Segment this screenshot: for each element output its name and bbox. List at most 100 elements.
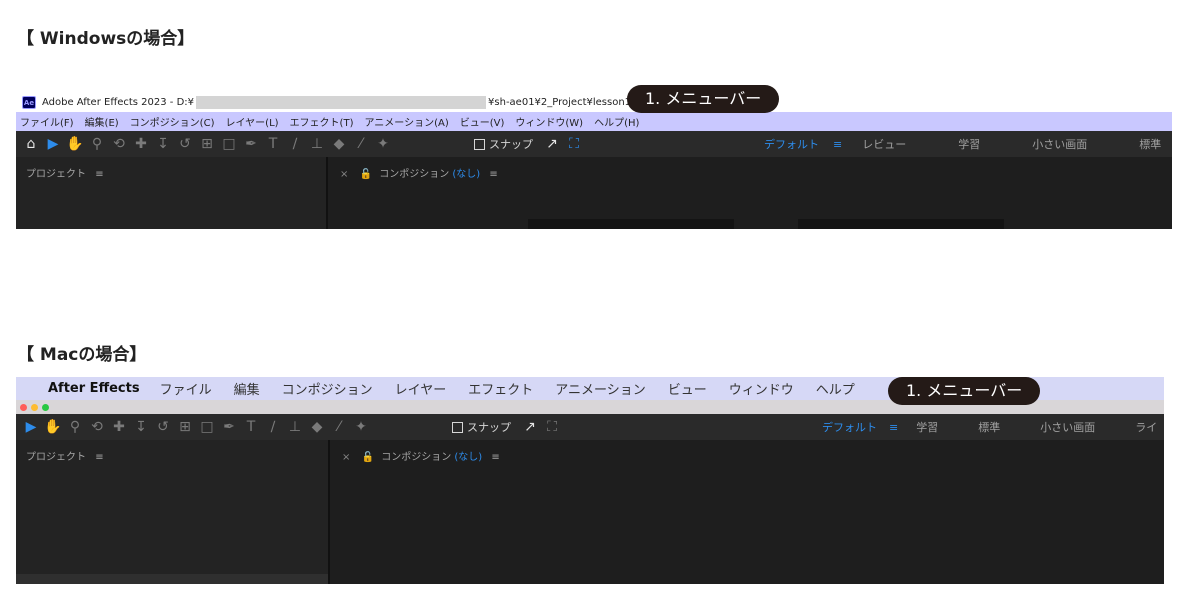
workspace-small-screen[interactable]: 小さい画面 — [1032, 136, 1087, 152]
close-window-icon[interactable] — [20, 403, 27, 411]
workspace-standard[interactable]: 標準 — [978, 419, 1000, 435]
ae-logo-icon: Ae — [22, 96, 36, 109]
workspace-library[interactable]: ライ — [1135, 419, 1157, 435]
workspace-menu-icon[interactable]: ≡ — [833, 138, 842, 151]
menu-effect[interactable]: エフェクト — [468, 379, 533, 398]
camera-icon[interactable]: ⊞ — [174, 419, 196, 435]
menu-view[interactable]: ビュー(V) — [460, 114, 505, 129]
workspace-small-screen[interactable]: 小さい画面 — [1040, 419, 1095, 435]
windows-workspaces: デフォルト ≡ レビュー 学習 小さい画面 標準 — [764, 136, 1172, 152]
dolly-icon[interactable]: ↧ — [152, 136, 174, 152]
pen-tool-icon[interactable]: ✒ — [218, 419, 240, 435]
snap-icon[interactable]: ↗ — [519, 419, 541, 435]
hand-tool-icon[interactable]: ✋ — [64, 136, 86, 152]
menu-animation[interactable]: アニメーション(A) — [364, 114, 448, 129]
menu-layer[interactable]: レイヤー(L) — [225, 114, 278, 129]
menu-composition[interactable]: コンポジション — [282, 379, 373, 398]
windows-toolbar: ⌂ ▶ ✋ ⚲ ⟲ ✚ ↧ ↺ ⊞ □ ✒ T ∕ ⊥ ◆ ⁄ ✦ スナップ ↗… — [16, 131, 1172, 157]
windows-screenshot: Ae Adobe After Effects 2023 - D:¥ ¥sh-ae… — [16, 93, 1172, 229]
composition-panel[interactable]: × 🔓 コンポジション (なし) ≡ — [328, 157, 1172, 229]
selection-tool-icon[interactable]: ▶ — [20, 419, 42, 435]
menu-edit[interactable]: 編集 — [234, 379, 260, 398]
snap-checkbox[interactable] — [452, 421, 463, 433]
windows-panels: プロジェクト ≡ × 🔓 コンポジション (なし) ≡ — [16, 157, 1172, 229]
rectangle-tool-icon[interactable]: □ — [196, 419, 218, 435]
orbit-icon[interactable]: ⟲ — [86, 419, 108, 435]
rectangle-tool-icon[interactable]: □ — [218, 136, 240, 152]
snap-toggle[interactable]: スナップ — [452, 419, 511, 435]
pan-icon[interactable]: ✚ — [108, 419, 130, 435]
home-icon[interactable]: ⌂ — [20, 136, 42, 152]
puppet-pin-icon[interactable]: ✦ — [350, 419, 372, 435]
menu-help[interactable]: ヘルプ(H) — [594, 114, 639, 129]
zoom-tool-icon[interactable]: ⚲ — [64, 419, 86, 435]
windows-titlebar: Ae Adobe After Effects 2023 - D:¥ ¥sh-ae… — [16, 93, 1172, 112]
menu-composition[interactable]: コンポジション(C) — [130, 114, 215, 129]
snap-checkbox[interactable] — [474, 138, 485, 150]
menu-window[interactable]: ウィンドウ — [729, 379, 794, 398]
workspace-learn[interactable]: 学習 — [916, 419, 938, 435]
menu-edit[interactable]: 編集(E) — [85, 114, 119, 129]
project-footer — [16, 574, 328, 584]
snap-toggle[interactable]: スナップ — [474, 136, 533, 152]
windows-menubar: ファイル(F) 編集(E) コンポジション(C) レイヤー(L) エフェクト(T… — [16, 112, 1172, 131]
composition-menu-icon[interactable]: ≡ — [489, 169, 497, 180]
menu-view[interactable]: ビュー — [668, 379, 707, 398]
workspace-review[interactable]: レビュー — [862, 136, 906, 152]
snap-label: スナップ — [489, 138, 533, 151]
menu-effect[interactable]: エフェクト(T) — [290, 114, 354, 129]
puppet-pin-icon[interactable]: ✦ — [372, 136, 394, 152]
menu-layer[interactable]: レイヤー — [395, 379, 447, 398]
redacted-path — [196, 96, 487, 109]
menu-file[interactable]: ファイル(F) — [20, 114, 74, 129]
project-panel-title: プロジェクト — [26, 169, 86, 180]
close-icon[interactable]: × — [342, 452, 350, 463]
menu-animation[interactable]: アニメーション — [555, 379, 645, 398]
workspace-standard[interactable]: 標準 — [1139, 136, 1161, 152]
workspace-menu-icon[interactable]: ≡ — [889, 421, 898, 434]
composition-panel[interactable]: × 🔓 コンポジション (なし) ≡ — [330, 440, 1164, 584]
eraser-icon[interactable]: ◆ — [328, 136, 350, 152]
eraser-icon[interactable]: ◆ — [306, 419, 328, 435]
workspace-default[interactable]: デフォルト — [822, 419, 877, 435]
project-panel[interactable]: プロジェクト ≡ — [16, 157, 328, 229]
panel-menu-icon[interactable]: ≡ — [95, 452, 103, 463]
workspace-learn[interactable]: 学習 — [958, 136, 980, 152]
mac-heading: 【 Macの場合】 — [17, 345, 147, 365]
orbit-icon[interactable]: ⟲ — [108, 136, 130, 152]
menu-window[interactable]: ウィンドウ(W) — [515, 114, 583, 129]
clone-stamp-icon[interactable]: ⊥ — [284, 419, 306, 435]
text-tool-icon[interactable]: T — [240, 419, 262, 435]
roto-brush-icon[interactable]: ⁄ — [328, 419, 350, 435]
lock-icon[interactable]: 🔓 — [362, 452, 374, 463]
zoom-tool-icon[interactable]: ⚲ — [86, 136, 108, 152]
rotate-icon[interactable]: ↺ — [152, 419, 174, 435]
camera-icon[interactable]: ⊞ — [196, 136, 218, 152]
menu-help[interactable]: ヘルプ — [816, 379, 855, 398]
snap-options-icon[interactable]: ⛶ — [541, 419, 563, 435]
text-tool-icon[interactable]: T — [262, 136, 284, 152]
minimize-window-icon[interactable] — [31, 403, 38, 411]
project-panel[interactable]: プロジェクト ≡ — [16, 440, 330, 584]
menu-file[interactable]: ファイル — [160, 379, 212, 398]
brush-tool-icon[interactable]: ∕ — [262, 419, 284, 435]
hand-tool-icon[interactable]: ✋ — [42, 419, 64, 435]
snap-icon[interactable]: ↗ — [541, 136, 563, 152]
rotate-icon[interactable]: ↺ — [174, 136, 196, 152]
brush-tool-icon[interactable]: ∕ — [284, 136, 306, 152]
zoom-window-icon[interactable] — [42, 403, 49, 411]
pan-icon[interactable]: ✚ — [130, 136, 152, 152]
selection-tool-icon[interactable]: ▶ — [42, 136, 64, 152]
composition-menu-icon[interactable]: ≡ — [491, 452, 499, 463]
panel-menu-icon[interactable]: ≡ — [95, 169, 103, 180]
clone-stamp-icon[interactable]: ⊥ — [306, 136, 328, 152]
dolly-icon[interactable]: ↧ — [130, 419, 152, 435]
pen-tool-icon[interactable]: ✒ — [240, 136, 262, 152]
snap-options-icon[interactable]: ⛶ — [563, 136, 585, 152]
lock-icon[interactable]: 🔓 — [360, 169, 372, 180]
app-menu[interactable]: After Effects — [48, 381, 140, 396]
roto-brush-icon[interactable]: ⁄ — [350, 136, 372, 152]
mac-menubar-callout: 1. メニューバー — [888, 377, 1041, 405]
workspace-default[interactable]: デフォルト — [764, 136, 819, 152]
close-icon[interactable]: × — [340, 169, 348, 180]
